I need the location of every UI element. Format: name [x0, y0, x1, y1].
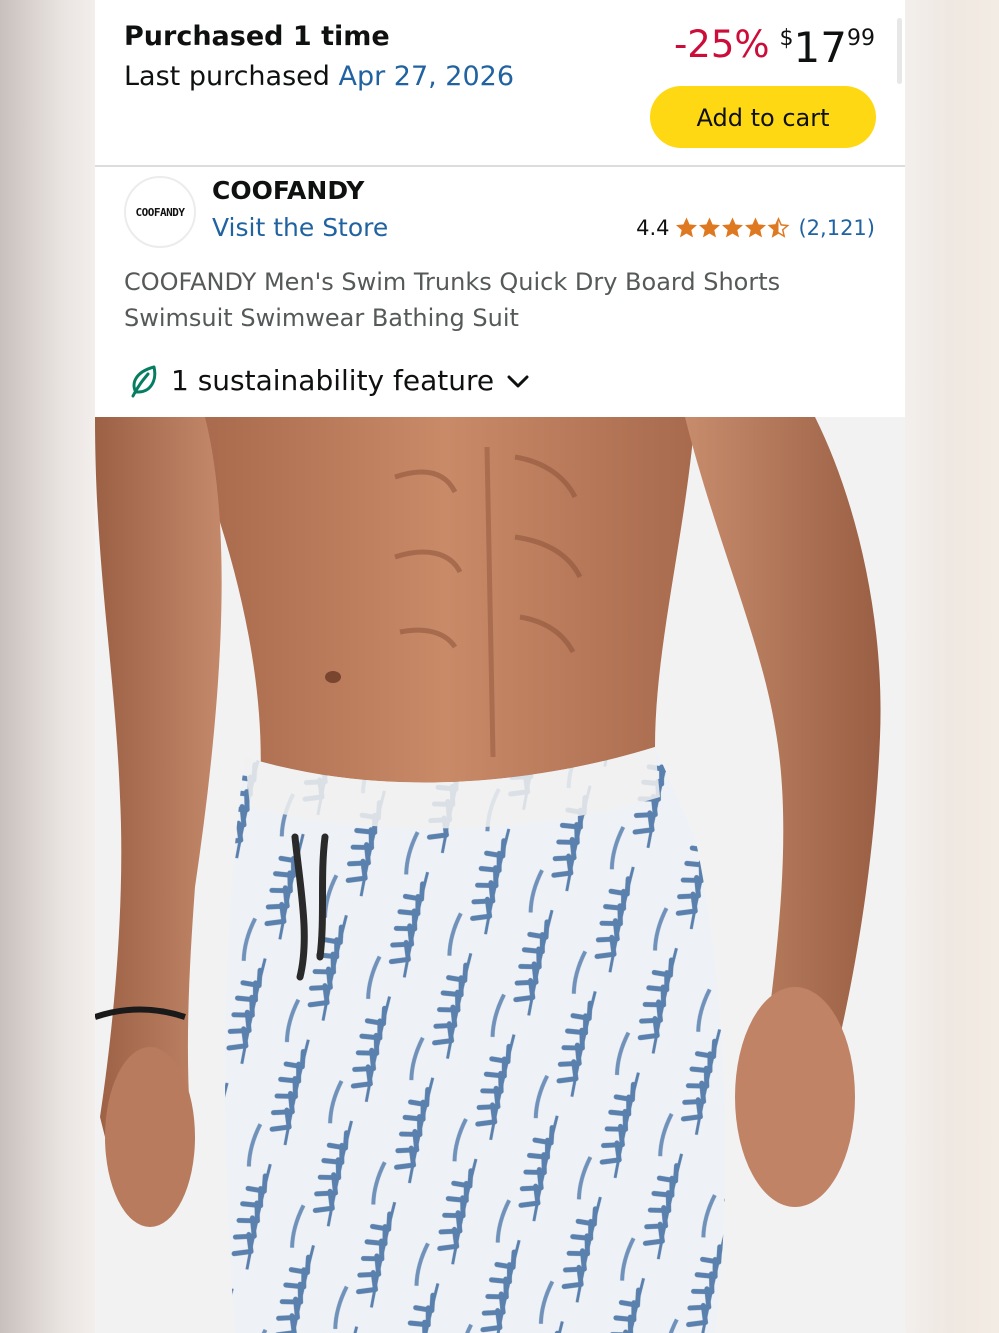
half-star-icon: [768, 217, 790, 238]
star-icon: [722, 217, 744, 238]
price-currency: $: [779, 26, 794, 51]
last-purchased: Last purchased Apr 27, 2026: [124, 56, 514, 98]
add-to-cart-button[interactable]: Add to cart: [650, 86, 876, 148]
discount-badge: -25%: [673, 23, 770, 66]
star-rating: [675, 217, 790, 239]
brand-logo-text: COOFANDY: [135, 205, 185, 219]
sustainability-toggle[interactable]: 1 sustainability feature: [129, 362, 530, 398]
last-purchased-date[interactable]: Apr 27, 2026: [338, 61, 514, 92]
star-icon: [745, 217, 767, 238]
rating-value: 4.4: [636, 216, 670, 240]
product-card: Purchased 1 time Last purchased Apr 27, …: [95, 0, 905, 1333]
product-image[interactable]: [95, 417, 905, 1333]
brand-logo[interactable]: COOFANDY: [124, 176, 196, 248]
visit-store-link[interactable]: Visit the Store: [212, 213, 388, 242]
purchased-count: Purchased 1 time: [124, 21, 390, 52]
divider: [95, 165, 905, 167]
sustainability-label: 1 sustainability feature: [171, 363, 495, 397]
rating[interactable]: 4.4 (2,121): [636, 216, 875, 240]
product-photo: [95, 417, 905, 1333]
leaf-icon: [131, 365, 157, 398]
star-icon: [699, 217, 721, 238]
brand-name: COOFANDY: [212, 176, 365, 205]
price-fraction: 99: [847, 26, 875, 51]
purchase-info: Purchased 1 time Last purchased Apr 27, …: [124, 18, 514, 98]
price-whole: 17: [793, 23, 847, 72]
review-count-link[interactable]: (2,121): [798, 216, 875, 240]
star-icon: [676, 217, 698, 238]
chevron-down-icon: [507, 375, 529, 388]
product-title: COOFANDY Men's Swim Trunks Quick Dry Boa…: [124, 268, 781, 332]
last-purchased-prefix: Last purchased: [124, 61, 339, 92]
scrollbar-thumb[interactable]: [897, 18, 902, 84]
price-block: -25% $ 17 99: [674, 20, 875, 76]
